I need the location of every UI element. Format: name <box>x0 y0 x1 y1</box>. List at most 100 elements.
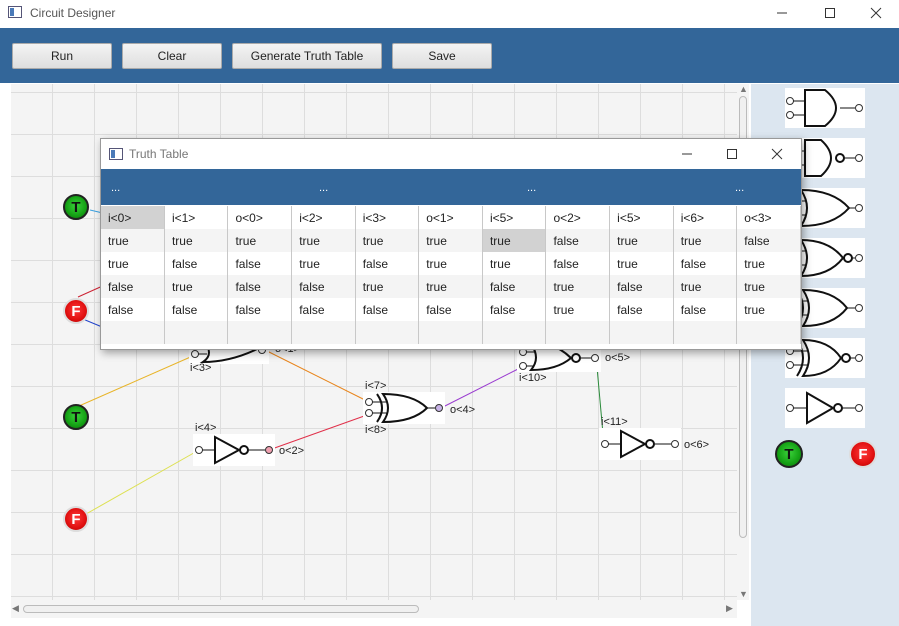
column-header[interactable]: o<2> <box>545 206 611 229</box>
table-cell[interactable]: false <box>482 298 547 321</box>
scroll-down-icon[interactable]: ▼ <box>739 589 748 599</box>
table-cell[interactable]: false <box>609 275 674 298</box>
table-cell[interactable]: true <box>609 252 674 275</box>
input-true-lamp[interactable]: T <box>63 194 89 220</box>
close-icon <box>771 148 783 160</box>
column-header[interactable]: i<3> <box>355 206 420 229</box>
table-cell[interactable]: false <box>227 298 293 321</box>
table-cell[interactable]: false <box>355 252 420 275</box>
wire[interactable] <box>78 449 200 519</box>
table-cell[interactable]: false <box>227 275 293 298</box>
header-marker: ... <box>319 182 329 194</box>
close-button[interactable] <box>853 0 899 26</box>
clear-button[interactable]: Clear <box>122 43 222 69</box>
column-header[interactable]: i<5> <box>609 206 674 229</box>
table-cell[interactable]: false <box>355 298 420 321</box>
minimize-icon <box>682 153 692 155</box>
table-cell[interactable]: true <box>418 229 483 252</box>
maximize-button[interactable] <box>709 141 755 167</box>
not-gate[interactable] <box>599 428 681 460</box>
input-true-lamp[interactable]: T <box>63 404 89 430</box>
close-button[interactable] <box>754 141 800 167</box>
horizontal-scrollbar[interactable]: ◀ ▶ <box>11 600 737 618</box>
table-cell[interactable]: true <box>355 229 420 252</box>
scroll-up-icon[interactable]: ▲ <box>739 84 748 94</box>
table-cell[interactable]: false <box>673 252 738 275</box>
table-cell[interactable]: false <box>164 252 229 275</box>
table-cell[interactable]: false <box>101 275 165 298</box>
wire[interactable] <box>78 354 196 407</box>
table-cell[interactable]: false <box>101 298 165 321</box>
input-label: i<10> <box>519 372 547 384</box>
column-header[interactable]: i<5> <box>482 206 547 229</box>
table-cell[interactable]: false <box>482 275 547 298</box>
input-label: i<8> <box>365 424 387 436</box>
and-gate-icon <box>786 89 863 127</box>
column-header[interactable]: o<0> <box>227 206 293 229</box>
table-cell[interactable]: true <box>227 229 293 252</box>
table-cell[interactable]: true <box>736 252 801 275</box>
truth-table-window: Truth Table ... ... ... ... i<0> i<1> o<… <box>100 138 802 350</box>
column-header[interactable]: o<3> <box>736 206 801 229</box>
not-gate-icon <box>195 435 273 465</box>
table-cell[interactable]: true <box>545 298 611 321</box>
not-gate-tool[interactable] <box>785 388 865 428</box>
table-cell[interactable]: false <box>609 298 674 321</box>
table-cell[interactable]: true <box>355 275 420 298</box>
table-cell[interactable]: true <box>291 229 356 252</box>
table-cell[interactable]: true <box>482 252 547 275</box>
table-cell[interactable]: true <box>482 229 547 252</box>
wire[interactable] <box>440 365 525 409</box>
table-cell[interactable]: false <box>227 252 293 275</box>
column-header[interactable]: i<2> <box>291 206 356 229</box>
table-cell[interactable]: false <box>545 252 611 275</box>
table-row <box>101 321 801 344</box>
minimize-button[interactable] <box>759 0 805 26</box>
table-cell[interactable]: false <box>291 298 356 321</box>
table-row: true true true true true true true false… <box>101 229 801 252</box>
false-input-tool[interactable]: F <box>849 440 877 468</box>
input-false-lamp[interactable]: F <box>63 506 89 532</box>
table-cell[interactable]: true <box>673 229 738 252</box>
table-cell[interactable]: true <box>736 298 801 321</box>
minimize-button[interactable] <box>664 141 710 167</box>
table-cell[interactable]: true <box>418 252 483 275</box>
table-row: true false false true false true true fa… <box>101 252 801 275</box>
column-header[interactable]: o<1> <box>418 206 483 229</box>
column-header[interactable]: i<1> <box>164 206 229 229</box>
header-marker: ... <box>735 182 745 194</box>
table-cell[interactable]: false <box>418 298 483 321</box>
horizontal-scroll-thumb[interactable] <box>23 605 419 613</box>
and-gate-tool[interactable] <box>785 88 865 128</box>
run-button[interactable]: Run <box>12 43 112 69</box>
scroll-right-icon[interactable]: ▶ <box>726 603 733 614</box>
table-cell[interactable]: true <box>101 252 165 275</box>
table-cell[interactable]: true <box>164 275 229 298</box>
xor-gate[interactable] <box>363 392 445 424</box>
column-header[interactable]: i<0> <box>101 206 165 229</box>
table-cell[interactable]: false <box>291 275 356 298</box>
table-cell[interactable]: true <box>101 229 165 252</box>
not-gate[interactable] <box>193 434 275 466</box>
table-cell[interactable]: false <box>164 298 229 321</box>
input-false-lamp[interactable]: F <box>63 298 89 324</box>
maximize-button[interactable] <box>807 0 853 26</box>
table-cell[interactable]: true <box>736 275 801 298</box>
truth-table-grid: i<0> i<1> o<0> i<2> i<3> o<1> i<5> o<2> … <box>101 206 801 344</box>
maximize-icon <box>825 8 835 18</box>
table-cell[interactable]: true <box>673 275 738 298</box>
save-button[interactable]: Save <box>392 43 492 69</box>
table-cell[interactable]: true <box>418 275 483 298</box>
table-cell[interactable]: true <box>164 229 229 252</box>
wire[interactable] <box>262 348 370 403</box>
column-header[interactable]: i<6> <box>673 206 738 229</box>
table-cell[interactable]: false <box>673 298 738 321</box>
generate-truth-table-button[interactable]: Generate Truth Table <box>232 43 382 69</box>
table-cell[interactable]: true <box>545 275 611 298</box>
true-input-tool[interactable]: T <box>775 440 803 468</box>
table-cell[interactable]: true <box>609 229 674 252</box>
table-cell[interactable]: false <box>545 229 611 252</box>
table-cell[interactable]: true <box>291 252 356 275</box>
scroll-left-icon[interactable]: ◀ <box>12 603 19 614</box>
table-cell[interactable]: false <box>736 229 801 252</box>
